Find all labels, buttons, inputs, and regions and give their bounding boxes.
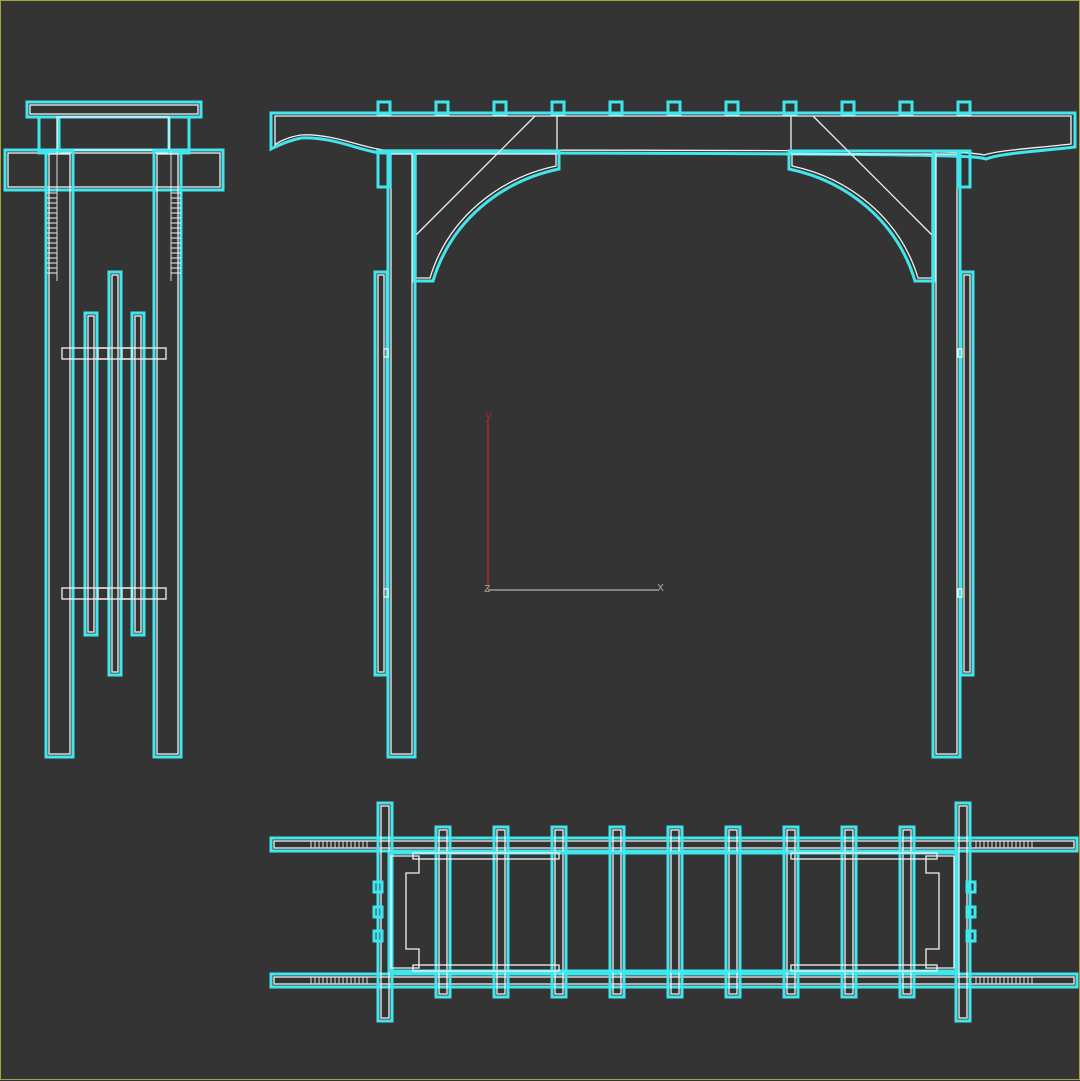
front-brace-left <box>411 115 561 283</box>
side-view <box>3 100 225 759</box>
top-inner-frame <box>387 851 959 973</box>
side-post-left <box>44 149 75 759</box>
front-view <box>269 100 1077 759</box>
front-brace-right <box>787 115 937 283</box>
pergola-drawing: y x z <box>3 100 1079 1023</box>
front-lattice-left <box>373 270 389 677</box>
y-axis-label: y <box>485 408 492 422</box>
side-brace-ticks <box>47 192 181 274</box>
z-axis-label: z <box>484 581 490 595</box>
x-axis-label: x <box>657 580 664 594</box>
side-top-beam <box>25 100 203 119</box>
viewport[interactable]: y x z <box>0 0 1080 1080</box>
front-lattice-right <box>957 270 975 677</box>
side-lattice <box>61 270 167 677</box>
top-view <box>269 801 1079 1023</box>
side-crossbar <box>3 148 225 192</box>
axis-gizmo: y x z <box>484 408 664 595</box>
side-post-right <box>152 149 183 759</box>
